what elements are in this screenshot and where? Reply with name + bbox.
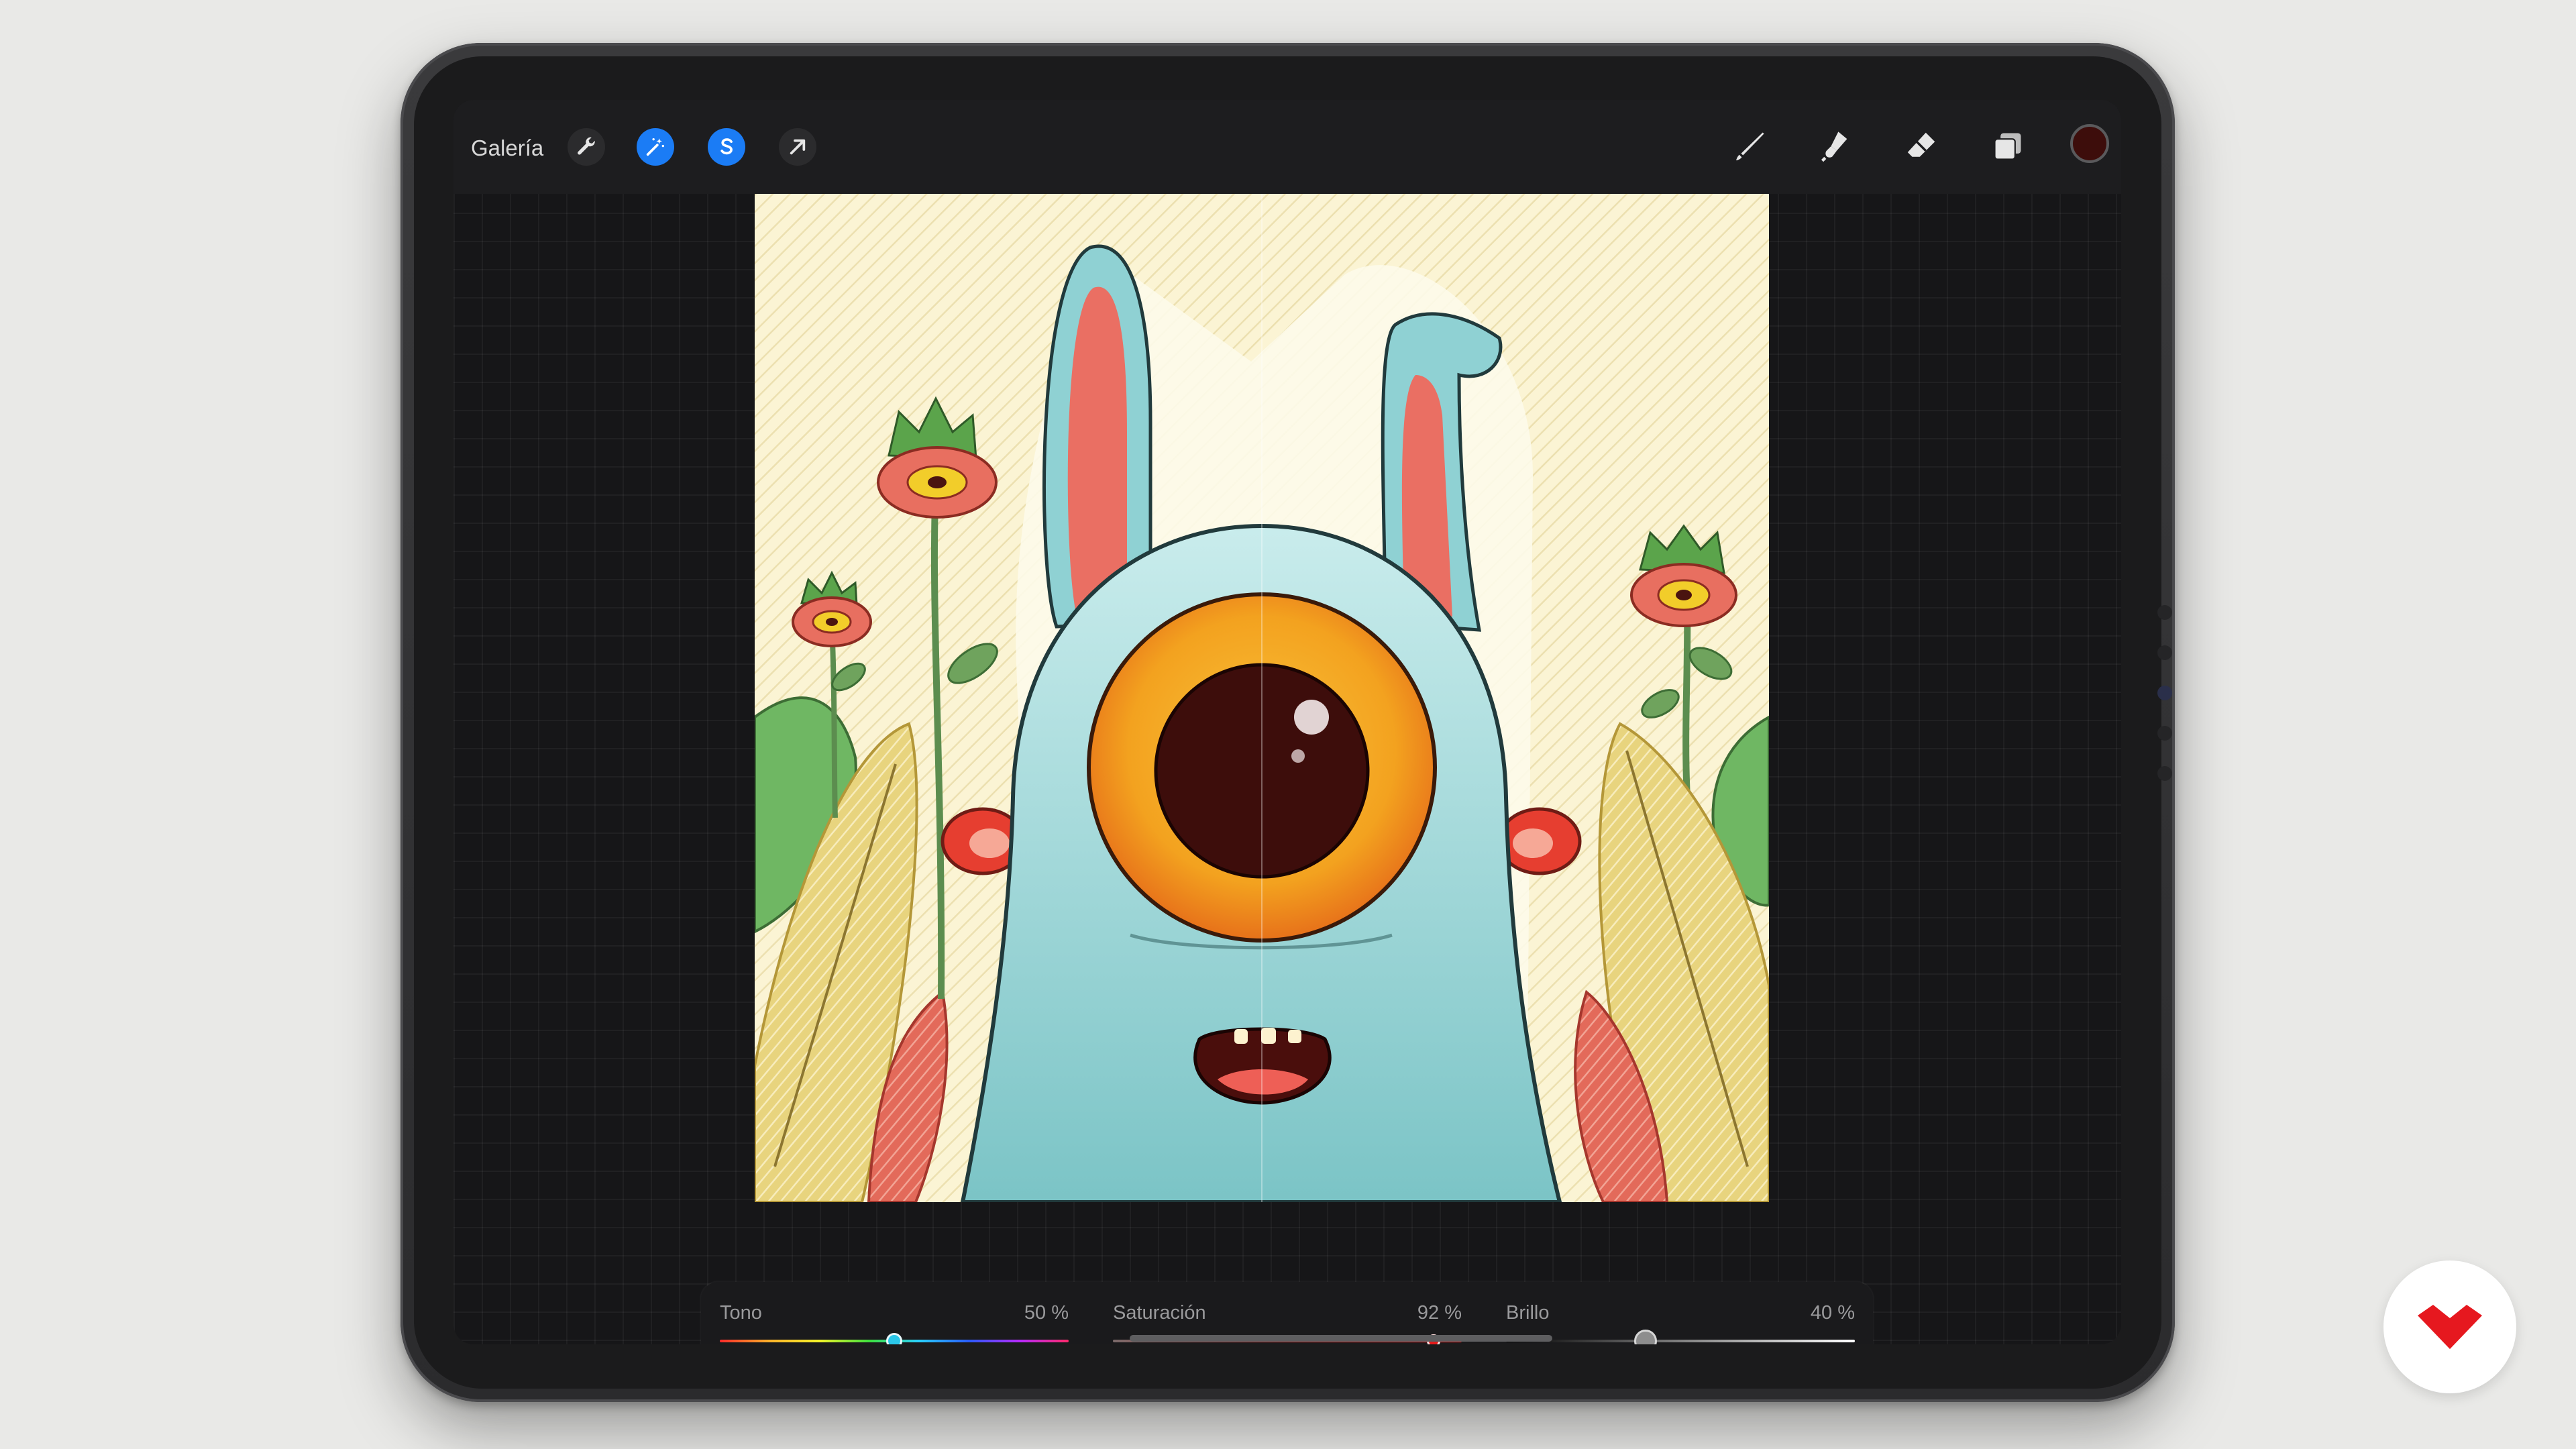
brightness-value: 40 % — [1810, 1302, 1855, 1324]
saturation-value: 92 % — [1417, 1302, 1462, 1324]
brightness-slider-thumb[interactable] — [1634, 1330, 1657, 1344]
wrench-icon[interactable] — [568, 128, 605, 166]
brush-icon[interactable] — [1727, 123, 1774, 170]
gallery-button[interactable]: Galería — [471, 128, 543, 168]
domestika-heart-icon — [2418, 1305, 2482, 1349]
hue-value: 50 % — [1024, 1302, 1069, 1324]
home-indicator[interactable] — [1130, 1335, 1552, 1342]
side-sensor-dots — [2157, 580, 2172, 806]
procreate-screen: Galería Tono 50 % Saturación 92 % Brillo… — [453, 100, 2121, 1344]
hue-slider-thumb[interactable] — [886, 1333, 902, 1344]
layers-icon[interactable] — [1984, 123, 2031, 170]
ipad-frame: Galería Tono 50 % Saturación 92 % Brillo… — [400, 43, 2175, 1402]
top-toolbar: Galería — [453, 100, 2121, 194]
side-dot — [2157, 726, 2172, 741]
side-dot — [2157, 686, 2172, 700]
side-dot — [2157, 605, 2172, 620]
side-dot — [2157, 645, 2172, 660]
arrow-transform-icon[interactable] — [779, 128, 816, 166]
smudge-icon[interactable] — [1812, 123, 1859, 170]
brightness-slider-group: Brillo 40 % — [1506, 1282, 1855, 1344]
brightness-label: Brillo — [1506, 1302, 1550, 1324]
side-dot — [2157, 766, 2172, 781]
brightness-track[interactable] — [1506, 1340, 1855, 1342]
hue-slider-group: Tono 50 % — [720, 1282, 1069, 1344]
domestika-logo-badge — [2383, 1260, 2516, 1393]
saturation-label: Saturación — [1113, 1302, 1206, 1324]
color-picker-swatch[interactable] — [2070, 124, 2109, 163]
artwork-canvas[interactable] — [755, 194, 1769, 1202]
eraser-icon[interactable] — [1898, 123, 1945, 170]
hue-label: Tono — [720, 1302, 762, 1324]
monster-illustration — [755, 194, 1769, 1202]
selection-s-icon[interactable] — [708, 128, 745, 166]
magic-wand-icon[interactable] — [637, 128, 674, 166]
